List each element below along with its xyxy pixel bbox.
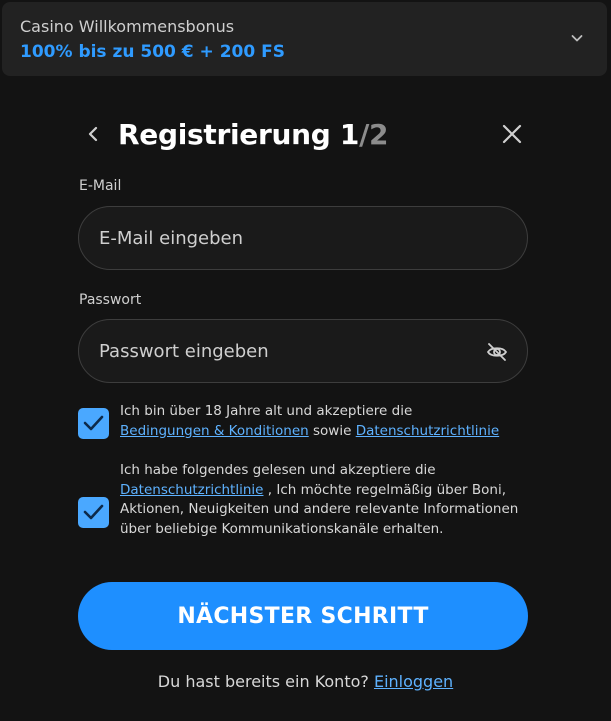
terms-checkbox[interactable] [78,408,109,439]
marketing-privacy-link[interactable]: Datenschutzrichtlinie [120,482,263,498]
registration-header: Registrierung 1/2 [78,112,528,158]
step-total: 2 [369,118,389,151]
login-link[interactable]: Einloggen [374,672,453,691]
password-field-wrapper [78,319,528,383]
email-field-wrapper [78,206,528,270]
marketing-checkbox[interactable] [78,497,109,528]
page-title: Registrierung 1/2 [118,118,389,151]
login-prompt-text: Du hast bereits ein Konto? [157,672,369,691]
privacy-link[interactable]: Datenschutzrichtlinie [356,423,499,439]
bonus-offer: 100% bis zu 500 € + 200 FS [20,42,285,62]
password-label: Passwort [79,292,142,308]
bonus-caption: Casino Willkommensbonus [20,17,235,36]
terms-consent-text: Ich bin über 18 Jahre alt und akzeptiere… [120,402,540,441]
checkmark-icon [83,415,104,431]
next-step-button[interactable]: NÄCHSTER SCHRITT [78,582,528,650]
welcome-bonus-banner[interactable]: Casino Willkommensbonus 100% bis zu 500 … [2,2,607,76]
step-separator: / [359,118,370,151]
email-label: E-Mail [79,178,122,194]
title-text: Registrierung [118,118,331,151]
eye-off-icon[interactable] [485,340,509,364]
terms-link[interactable]: Bedingungen & Konditionen [120,423,309,439]
email-field[interactable] [99,207,479,269]
chevron-left-icon[interactable] [82,122,104,146]
chevron-down-icon[interactable] [569,30,585,46]
terms-text-middle: sowie [313,422,352,439]
password-field[interactable] [99,320,479,382]
terms-text-before: Ich bin über 18 Jahre alt und akzeptiere… [120,403,413,419]
marketing-consent-text: Ich habe folgendes gelesen und akzeptier… [120,461,540,539]
close-icon[interactable] [500,122,524,146]
step-current: 1 [339,118,360,151]
marketing-text-before: Ich habe folgendes gelesen und akzeptier… [120,462,436,478]
checkmark-icon [83,504,104,520]
login-prompt: Du hast bereits ein Konto? Einloggen [0,672,611,691]
